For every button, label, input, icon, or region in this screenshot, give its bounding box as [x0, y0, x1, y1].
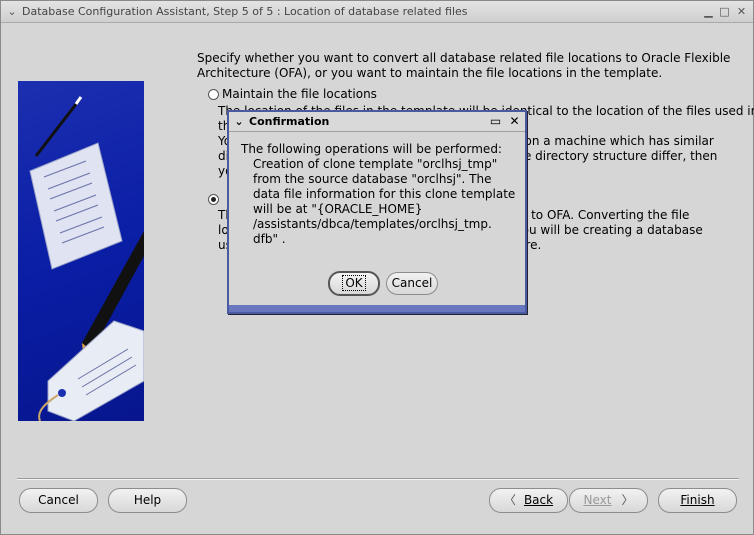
document-pen-illustration	[29, 96, 144, 421]
intro-text: Specify whether you want to convert all …	[197, 51, 731, 80]
close-icon[interactable]: ✕	[507, 114, 522, 129]
finish-button-label: Finish	[680, 493, 715, 507]
dialog-line: /assistants/dbca/templates/orclhsj_tmp.	[253, 217, 492, 231]
cancel-button[interactable]: Cancel	[19, 488, 98, 513]
finish-button[interactable]: Finish	[658, 488, 737, 513]
confirmation-dialog: ⌄ Confirmation ▭ ✕ The following operati…	[227, 110, 527, 314]
next-button[interactable]: Next 〉	[569, 488, 648, 513]
dialog-message: The following operations will be perform…	[241, 142, 521, 247]
ok-button[interactable]: OK	[328, 271, 380, 296]
back-button[interactable]: 〈 Back	[489, 488, 568, 513]
cancel-button-label: Cancel	[38, 493, 79, 507]
maintain-locations-label[interactable]: Maintain the file locations	[222, 87, 377, 101]
dialog-titlebar[interactable]: ⌄ Confirmation ▭ ✕	[229, 112, 525, 132]
next-button-label: Next	[583, 493, 612, 507]
footer-separator	[17, 478, 739, 480]
ok-button-label: OK	[342, 275, 366, 291]
dialog-line: from the source database "orclhsj". The	[253, 172, 492, 186]
chevron-left-icon: 〈	[503, 493, 516, 507]
wizard-banner-image	[18, 81, 144, 421]
window-titlebar[interactable]: ⌄ Database Configuration Assistant, Step…	[1, 1, 753, 23]
minimize-icon[interactable]: ▁	[702, 5, 715, 18]
dialog-line: Creation of clone template "orclhsj_tmp"	[253, 157, 498, 171]
dialog-line: dfb" .	[253, 232, 286, 246]
help-button[interactable]: Help	[108, 488, 187, 513]
dialog-line: will be at "{ORACLE_HOME}	[253, 202, 423, 216]
window-title: Database Configuration Assistant, Step 5…	[22, 5, 468, 18]
chevron-right-icon: 〉	[621, 493, 634, 507]
dialog-line: data file information for this clone tem…	[253, 187, 516, 201]
back-button-label: Back	[523, 493, 554, 507]
dialog-bottom-border	[229, 305, 525, 312]
maximize-icon[interactable]: □	[718, 5, 731, 18]
close-icon[interactable]: ✕	[735, 5, 748, 18]
chevron-down-icon[interactable]: ⌄	[232, 115, 246, 129]
maintain-locations-radio[interactable]	[208, 89, 219, 100]
help-button-label: Help	[133, 493, 162, 507]
convert-ofa-radio[interactable]	[208, 194, 219, 205]
maximize-icon[interactable]: ▭	[488, 114, 503, 129]
dialog-title: Confirmation	[249, 115, 330, 128]
chevron-down-icon[interactable]: ⌄	[5, 5, 19, 19]
dialog-heading: The following operations will be perform…	[241, 142, 502, 156]
dialog-cancel-label: Cancel	[391, 276, 433, 290]
dialog-cancel-button[interactable]: Cancel	[386, 272, 438, 295]
